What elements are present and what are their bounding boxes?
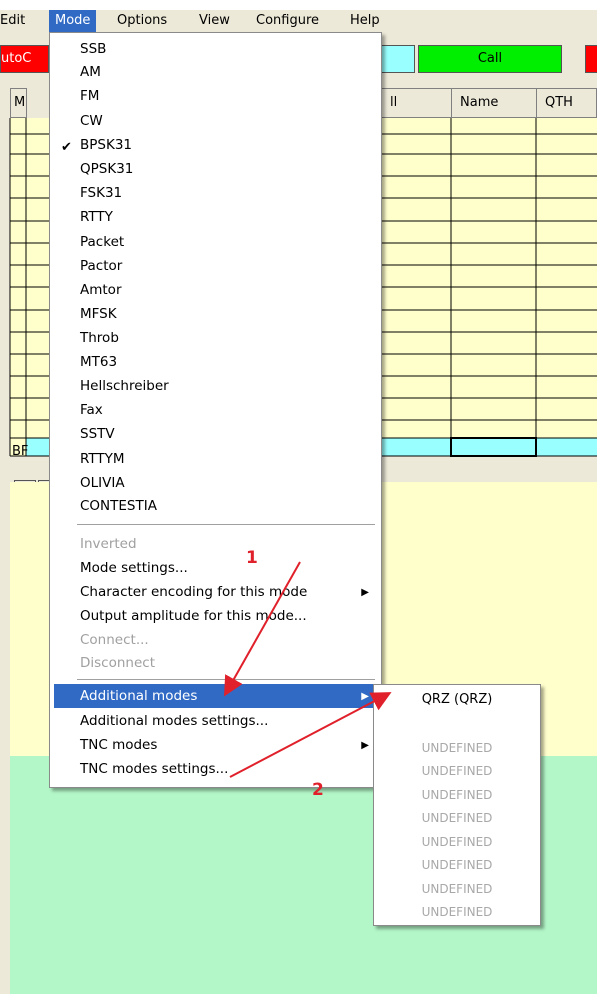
submenu-arrow-icon: ▶ [361,587,369,598]
mode-fm[interactable]: FM [80,88,99,104]
cyan-button[interactable] [380,45,415,73]
column-header-mode[interactable]: M [10,88,27,118]
column-header-qth[interactable]: QTH [536,88,597,118]
menu-options[interactable]: Options [117,13,167,28]
mode-olivia[interactable]: OLIVIA [80,475,125,491]
submenu-item-undefined: UNDEFINED [421,882,493,896]
menu-item-mode-settings[interactable]: Mode settings... [80,560,188,576]
mode-rtty[interactable]: RTTY [80,209,113,225]
mode-bpsk31[interactable]: BPSK31 [80,137,132,153]
autocq-button[interactable]: utoC [0,45,49,73]
menu-separator [77,524,375,525]
mode-fax[interactable]: Fax [80,402,103,418]
mode-qpsk31[interactable]: QPSK31 [80,161,133,177]
mode-mfsk[interactable]: MFSK [80,306,117,322]
menu-item-disconnect: Disconnect [80,655,155,671]
menu-item-additional-modes-settings[interactable]: Additional modes settings... [80,713,268,729]
mode-rttym[interactable]: RTTYM [80,451,125,467]
submenu-arrow-icon: ▶ [361,740,369,751]
menu-bar: Edit Mode Options View Configure Help [0,10,597,32]
mode-throb[interactable]: Throb [80,330,119,346]
mode-packet[interactable]: Packet [80,234,124,250]
submenu-item-undefined: UNDEFINED [421,811,493,825]
menu-item-tnc-modes[interactable]: TNC modes [80,737,157,753]
mode-mt63[interactable]: MT63 [80,354,117,370]
mode-amtor[interactable]: Amtor [80,282,122,298]
submenu-item-undefined: UNDEFINED [421,858,493,872]
menu-view[interactable]: View [199,13,230,28]
submenu-item-undefined: UNDEFINED [421,741,493,755]
menu-edit[interactable]: Edit [0,13,25,28]
submenu-item-undefined: UNDEFINED [421,788,493,802]
submenu-item-undefined: UNDEFINED [421,905,493,919]
window-top-edge [0,0,597,10]
menu-separator [77,679,375,680]
annotation-label-2: 2 [312,780,324,800]
mode-fsk31[interactable]: FSK31 [80,185,122,201]
mode-hellschreiber[interactable]: Hellschreiber [80,378,169,394]
additional-modes-submenu: QRZ (QRZ) UNDEFINED UNDEFINED UNDEFINED … [373,684,541,926]
selected-row-mode[interactable]: BF [12,444,28,459]
submenu-item-qrz[interactable]: QRZ (QRZ) [374,692,540,707]
mode-pactor[interactable]: Pactor [80,258,122,274]
menu-item-tnc-modes-settings[interactable]: TNC modes settings... [80,761,228,777]
mode-ssb[interactable]: SSB [80,41,106,57]
menu-configure[interactable]: Configure [256,13,319,28]
menu-item-connect: Connect... [80,632,149,648]
menu-item-output-amplitude[interactable]: Output amplitude for this mode... [80,608,307,624]
menu-item-character-encoding[interactable]: Character encoding for this mode [80,584,307,600]
annotation-label-1: 1 [246,548,258,568]
mode-contestia[interactable]: CONTESTIA [80,498,157,514]
red-button[interactable] [585,45,597,73]
column-header-call[interactable]: ll [381,88,452,118]
menu-mode[interactable]: Mode [49,10,97,32]
left-frame [0,470,10,994]
mode-sstv[interactable]: SSTV [80,426,115,442]
mode-menu: ✔ SSB AM FM CW BPSK31 QPSK31 FSK31 RTTY … [49,32,382,788]
column-header-name[interactable]: Name [451,88,537,118]
menu-item-additional-modes[interactable]: Additional modes [80,688,197,704]
call-button[interactable]: Call [418,45,562,73]
menu-help[interactable]: Help [350,13,380,28]
menu-item-inverted: Inverted [80,536,137,552]
check-mark-icon: ✔ [61,140,72,155]
mode-am[interactable]: AM [80,64,101,80]
submenu-item-undefined: UNDEFINED [421,764,493,778]
submenu-item-undefined: UNDEFINED [421,835,493,849]
submenu-arrow-icon: ▶ [361,691,369,702]
mode-cw[interactable]: CW [80,113,103,129]
